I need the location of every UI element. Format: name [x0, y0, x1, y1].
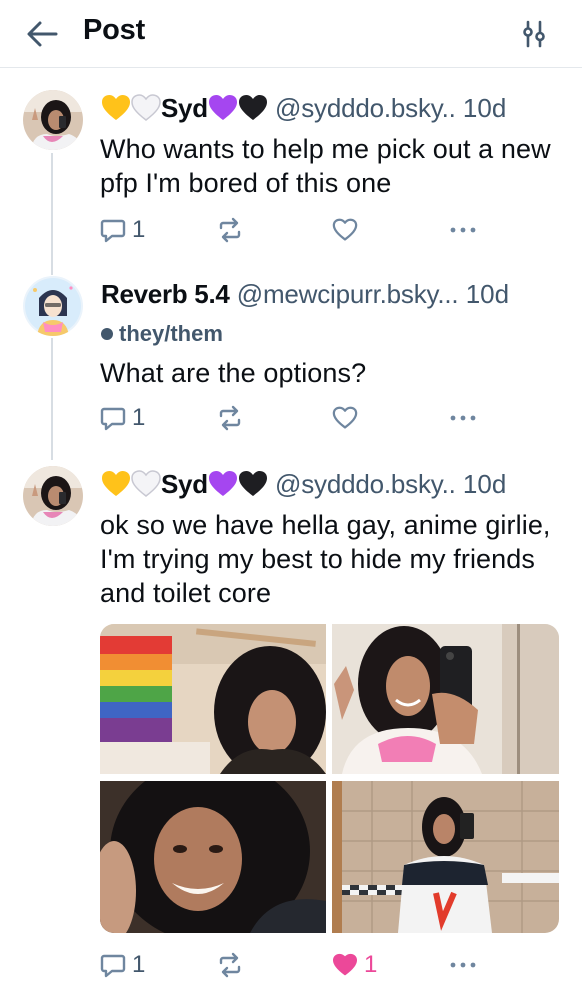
- reply-button[interactable]: 1: [100, 212, 145, 248]
- like-count: 1: [364, 951, 378, 978]
- black-heart-icon: [238, 95, 267, 120]
- reply-button[interactable]: 1: [100, 400, 145, 436]
- yellow-heart-icon: [102, 471, 130, 496]
- thread-connector: [51, 153, 53, 275]
- post-header: Syd @sydddo.bsky.. 10d: [101, 92, 506, 124]
- handle[interactable]: @mewcipurr.bsky...: [237, 279, 459, 309]
- post-actions: 1: [100, 212, 480, 248]
- reply-icon: [100, 954, 126, 978]
- yellow-heart-icon: [102, 95, 130, 120]
- avatar[interactable]: [23, 90, 83, 150]
- display-name[interactable]: Syd: [161, 93, 208, 123]
- purple-heart-icon: [208, 471, 237, 496]
- thread-connector: [51, 338, 53, 460]
- heart-outline-icon: [332, 218, 358, 241]
- white-heart-icon: [131, 94, 161, 121]
- post-header: Syd @sydddo.bsky.. 10d: [101, 468, 506, 500]
- display-name[interactable]: Syd: [161, 469, 208, 499]
- avatar-photo: [23, 466, 83, 526]
- avatar-illustration: [23, 276, 83, 336]
- top-bar: Post: [0, 0, 582, 68]
- repost-button[interactable]: [216, 947, 244, 983]
- arrow-left-icon[interactable]: [24, 18, 60, 50]
- ellipsis-icon: [450, 227, 476, 233]
- pronouns-text: they/them: [119, 321, 223, 346]
- purple-heart-icon: [208, 95, 237, 120]
- bathroom-mirror-photo: [332, 781, 559, 933]
- photo-smiling-hoodie[interactable]: [332, 624, 559, 774]
- avatar[interactable]: [23, 466, 83, 526]
- avatar-photo: [23, 90, 83, 150]
- timestamp[interactable]: 10d: [463, 469, 506, 499]
- mirror-selfie-photo: [332, 624, 559, 774]
- reply-icon: [100, 407, 126, 431]
- pride-flag-photo: [100, 624, 326, 774]
- post-header: Reverb 5.4 @mewcipurr.bsky... 10d: [101, 278, 509, 310]
- ellipsis-icon: [450, 962, 476, 968]
- sliders-icon[interactable]: [518, 18, 550, 50]
- repost-button[interactable]: [216, 400, 244, 436]
- pronouns-label: they/them: [101, 321, 223, 347]
- reply-icon: [100, 219, 126, 243]
- post-text: ok so we have hella gay, anime girlie, I…: [100, 510, 551, 608]
- more-options-button[interactable]: [450, 400, 476, 436]
- repost-icon: [219, 952, 241, 978]
- black-heart-icon: [238, 471, 267, 496]
- more-options-button[interactable]: [450, 212, 476, 248]
- timestamp[interactable]: 10d: [466, 279, 509, 309]
- handle[interactable]: @sydddo.bsky..: [275, 93, 456, 123]
- post-actions: 1 1: [100, 947, 480, 983]
- heart-outline-icon: [332, 406, 358, 429]
- avatar[interactable]: [23, 276, 83, 336]
- page-title: Post: [83, 14, 146, 46]
- repost-icon: [219, 217, 241, 243]
- like-button[interactable]: [332, 212, 358, 248]
- heart-filled-icon: [333, 953, 357, 976]
- post-actions: 1: [100, 400, 480, 436]
- reply-count: 1: [132, 404, 146, 431]
- repost-button[interactable]: [216, 212, 244, 248]
- timestamp[interactable]: 10d: [463, 93, 506, 123]
- reply-button[interactable]: 1: [100, 947, 145, 983]
- close-up-photo: [100, 781, 326, 933]
- handle[interactable]: @sydddo.bsky..: [275, 469, 456, 499]
- white-heart-icon: [131, 470, 161, 497]
- like-button[interactable]: 1: [332, 947, 377, 983]
- post-text: What are the options?: [100, 358, 367, 388]
- post-text: Who wants to help me pick out a new pfp …: [100, 134, 551, 198]
- image-gallery: [100, 624, 559, 933]
- display-name[interactable]: Reverb 5.4: [101, 279, 230, 309]
- photo-bathroom-mirror[interactable]: [332, 781, 559, 933]
- pronoun-dot-icon: [101, 328, 113, 340]
- repost-icon: [219, 405, 241, 431]
- more-options-button[interactable]: [450, 947, 476, 983]
- reply-count: 1: [132, 216, 146, 243]
- photo-close-up[interactable]: [100, 781, 326, 933]
- like-button[interactable]: [332, 400, 358, 436]
- photo-pride-flag[interactable]: [100, 624, 326, 774]
- ellipsis-icon: [450, 415, 476, 421]
- reply-count: 1: [132, 951, 146, 978]
